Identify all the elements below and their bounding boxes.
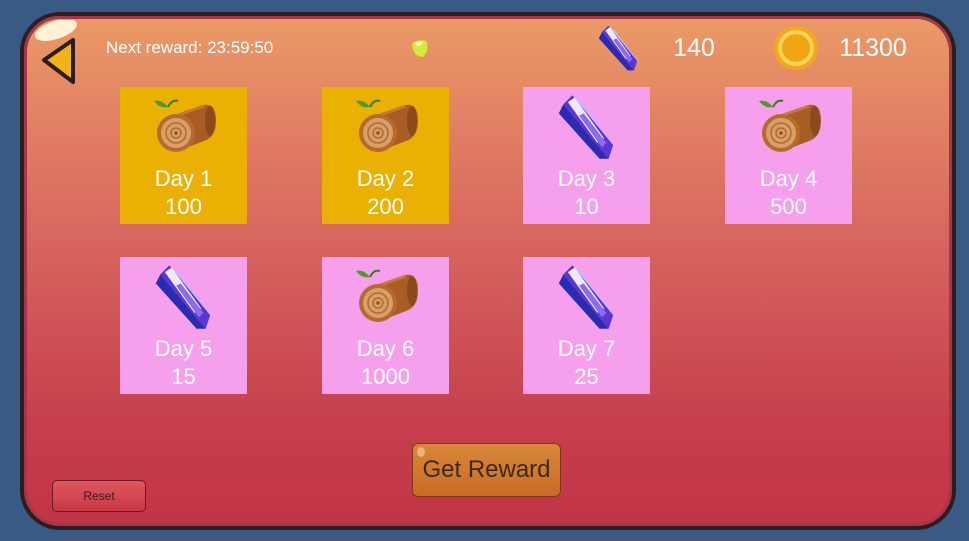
crystal-icon	[155, 265, 215, 329]
reward-card-day-5[interactable]: Day 5 15	[120, 257, 247, 394]
next-reward-timer: Next reward: 23:59:50	[106, 38, 274, 57]
wood-log-icon	[152, 99, 218, 154]
reward-amount: 100	[165, 194, 202, 219]
gem-icon	[412, 40, 428, 57]
reward-day-label: Day 3	[557, 166, 616, 191]
crystal-count: 140	[673, 34, 715, 62]
reset-label: Reset	[83, 489, 115, 503]
reward-day-label: Day 5	[154, 336, 213, 361]
reward-card-day-1[interactable]: Day 1 100	[120, 87, 247, 224]
reward-amount: 10	[574, 194, 599, 219]
reward-day-label: Day 4	[759, 166, 818, 191]
reward-card-day-3[interactable]: Day 3 10	[523, 87, 650, 224]
reward-card-day-2[interactable]: Day 2 200	[322, 87, 449, 224]
reset-button[interactable]: Reset	[52, 480, 146, 512]
coin-count: 11300	[839, 34, 907, 62]
wood-log-icon	[757, 99, 823, 154]
get-reward-label: Get Reward	[422, 456, 551, 483]
get-reward-button[interactable]: Get Reward	[412, 443, 561, 497]
button-shine	[417, 447, 425, 457]
reward-amount: 25	[574, 364, 599, 389]
reward-amount: 15	[171, 364, 196, 389]
coin-icon	[774, 26, 818, 70]
reward-day-label: Day 7	[557, 336, 616, 361]
reward-amount: 200	[367, 194, 404, 219]
reward-amount: 1000	[361, 364, 410, 389]
reward-card-day-6[interactable]: Day 6 1000	[322, 257, 449, 394]
wood-log-icon	[354, 269, 420, 324]
wood-log-icon	[354, 99, 420, 154]
reward-amount: 500	[770, 194, 807, 219]
reward-card-day-7[interactable]: Day 7 25	[523, 257, 650, 394]
crystal-icon	[558, 265, 618, 329]
reward-day-label: Day 6	[356, 336, 415, 361]
crystal-icon	[558, 95, 618, 159]
back-button[interactable]	[34, 20, 84, 88]
crystal-currency-icon	[598, 25, 641, 71]
reward-day-label: Day 1	[154, 166, 213, 191]
reward-card-day-4[interactable]: Day 4 500	[725, 87, 852, 224]
reward-day-label: Day 2	[356, 166, 415, 191]
